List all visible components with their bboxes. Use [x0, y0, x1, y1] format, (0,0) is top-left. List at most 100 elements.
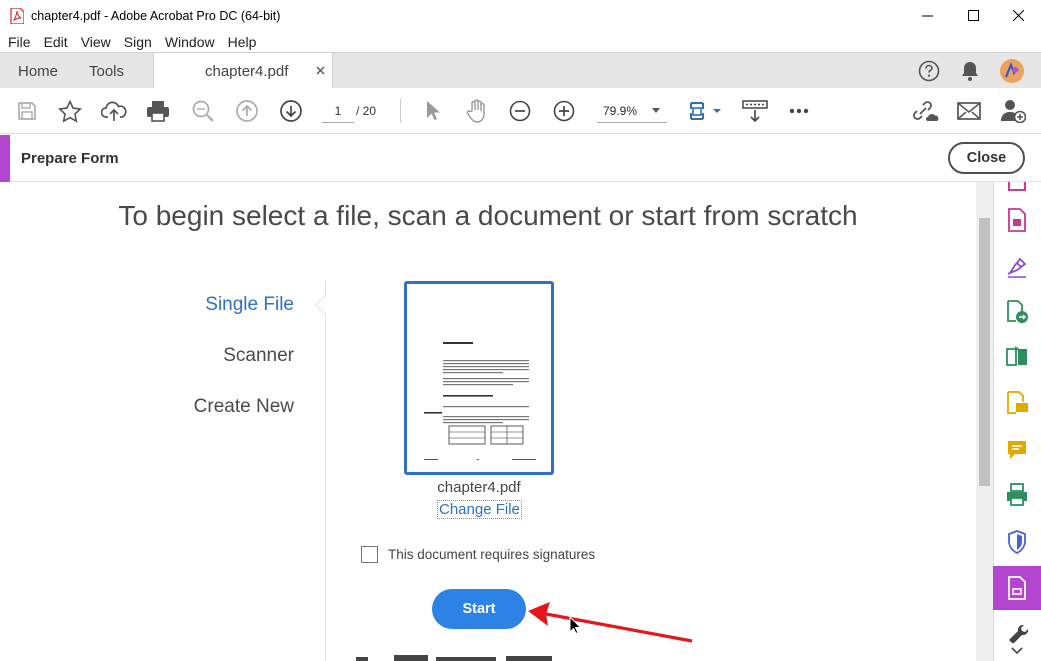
page-total: / 20 [356, 104, 377, 118]
cursor-arrow-icon [427, 101, 440, 120]
hand-icon [466, 99, 485, 123]
title-bar: chapter4.pdf - Adobe Acrobat Pro DC (64-… [0, 0, 1041, 31]
arrow-up-circle-icon [236, 100, 258, 122]
maximize-button[interactable] [950, 0, 996, 31]
bookmark-button[interactable] [56, 88, 84, 134]
add-user-button[interactable] [998, 88, 1028, 134]
help-icon [918, 60, 940, 82]
share-link-button[interactable] [910, 88, 940, 134]
email-button[interactable] [955, 88, 983, 134]
fill-sign-pen-icon [1007, 257, 1027, 278]
edit-pdf-icon [1008, 208, 1026, 232]
next-page-button[interactable] [277, 88, 305, 134]
zoom-search-icon [192, 100, 214, 122]
document-thumbnail[interactable] [404, 281, 554, 475]
save-icon [18, 102, 36, 120]
menu-window[interactable]: Window [165, 34, 215, 50]
nav-active-pointer [315, 295, 335, 315]
add-person-icon [1001, 100, 1026, 123]
previous-page-button[interactable] [233, 88, 261, 134]
tab-document[interactable]: chapter4.pdf [153, 53, 333, 89]
nav-single-file[interactable]: Single File [205, 294, 294, 316]
zoom-value: 79.9% [603, 104, 638, 118]
toolbar-divider [400, 99, 401, 123]
window-title: chapter4.pdf - Adobe Acrobat Pro DC (64-… [31, 8, 281, 23]
rail-protect[interactable] [993, 522, 1041, 562]
cloud-upload-icon [101, 101, 127, 121]
chevron-down-icon [652, 108, 660, 113]
minimize-button[interactable] [904, 0, 950, 31]
scrollbar-thumb[interactable] [979, 218, 990, 486]
link-cloud-icon [913, 101, 939, 121]
zoom-select[interactable]: 79.9% [597, 99, 667, 123]
page-layout-button[interactable] [686, 88, 726, 134]
nav-create-new[interactable]: Create New [194, 396, 294, 418]
find-button[interactable] [189, 88, 217, 134]
save-button[interactable] [14, 88, 40, 134]
close-window-button[interactable] [995, 0, 1041, 31]
menu-sign[interactable]: Sign [124, 34, 152, 50]
rail-comment-pages[interactable] [993, 383, 1041, 423]
document-page-preview [424, 342, 536, 460]
change-file-link[interactable]: Change File [437, 500, 522, 519]
bell-icon [962, 62, 978, 81]
tab-close-icon[interactable] [316, 66, 325, 75]
upload-button[interactable] [100, 88, 128, 134]
plus-circle-icon [553, 100, 575, 122]
main-panel: To begin select a file, scan a document … [0, 182, 976, 661]
chevron-down-icon [1011, 646, 1023, 654]
printer-icon [147, 101, 169, 122]
hand-tool-button[interactable] [463, 88, 491, 134]
create-pdf-icon [1008, 182, 1026, 191]
maximize-icon [967, 10, 979, 21]
close-icon [1012, 10, 1024, 21]
zoom-in-button[interactable] [551, 88, 577, 134]
minimize-icon [921, 15, 933, 17]
more-tools-button[interactable] [785, 88, 813, 134]
menu-edit[interactable]: Edit [44, 34, 68, 50]
requires-signatures-label[interactable]: This document requires signatures [388, 547, 595, 562]
user-avatar[interactable] [1000, 53, 1024, 89]
select-tool-button[interactable] [420, 88, 446, 134]
more-dots-icon [789, 108, 809, 114]
keyboard-scroll-icon [742, 100, 768, 123]
rail-export-pdf[interactable] [993, 292, 1041, 332]
start-button[interactable]: Start [432, 589, 526, 629]
organize-pages-icon [1006, 346, 1027, 366]
file-name: chapter4.pdf [437, 479, 521, 496]
requires-signatures-checkbox[interactable] [361, 546, 378, 563]
rail-comment[interactable] [993, 430, 1041, 470]
scanner-icon [1007, 483, 1027, 506]
nav-divider [325, 280, 326, 661]
menu-bar: File Edit View Sign Window Help [0, 31, 1041, 52]
tab-home[interactable]: Home [18, 53, 58, 89]
tool-accent-bar [0, 135, 10, 182]
zoom-out-button[interactable] [507, 88, 533, 134]
toolbar [0, 88, 1041, 134]
rail-organize-pages[interactable] [993, 337, 1041, 377]
rail-scan-ocr[interactable] [993, 475, 1041, 515]
prepare-form-title: Prepare Form [21, 150, 119, 167]
menu-file[interactable]: File [8, 34, 31, 50]
print-button[interactable] [144, 88, 172, 134]
rail-prepare-form[interactable] [993, 566, 1041, 610]
cut-off-text-row [356, 655, 552, 661]
notifications-button[interactable] [960, 53, 980, 89]
fit-page-icon [690, 102, 721, 120]
rail-fill-sign[interactable] [993, 247, 1041, 287]
close-tool-button[interactable]: Close [948, 142, 1025, 174]
help-button[interactable] [918, 53, 940, 89]
rail-edit-pdf[interactable] [993, 200, 1041, 240]
rail-create-pdf[interactable] [993, 182, 1041, 194]
avatar-icon [1000, 59, 1024, 83]
nav-scanner[interactable]: Scanner [223, 345, 294, 367]
acrobat-pdf-icon [10, 7, 24, 24]
rail-expand-button[interactable] [993, 640, 1041, 661]
speech-bubble-icon [1008, 441, 1026, 459]
menu-view[interactable]: View [81, 34, 111, 50]
menu-help[interactable]: Help [228, 34, 257, 50]
scroll-mode-button[interactable] [740, 88, 770, 134]
page-number-input[interactable]: 1 [322, 99, 354, 123]
tab-bar: Home Tools chapter4.pdf [0, 52, 1041, 89]
tab-tools[interactable]: Tools [89, 53, 124, 89]
